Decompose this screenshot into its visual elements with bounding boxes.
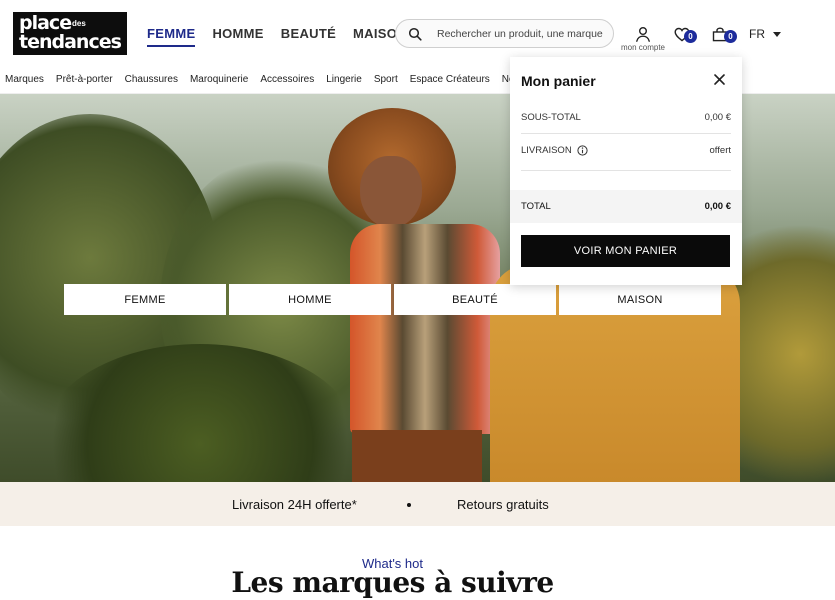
subnav-item-chaussures[interactable]: Chaussures [125, 74, 178, 85]
cart-total-label: TOTAL [521, 201, 551, 212]
user-icon [636, 27, 650, 42]
close-icon[interactable] [713, 73, 726, 86]
cart-divider [521, 133, 731, 134]
perk-separator [407, 503, 411, 507]
search-icon [408, 27, 422, 41]
perk-delivery: Livraison 24H offerte* [232, 497, 357, 512]
subnav-item-maroquinerie[interactable]: Maroquinerie [190, 74, 248, 85]
hero-model-pants [352, 430, 482, 482]
nav-homme[interactable]: HOMME [212, 27, 263, 47]
cart-delivery-label: LIVRAISON [521, 145, 572, 157]
wishlist-button[interactable]: 0 [674, 27, 698, 45]
cart-delivery-row: LIVRAISON offert [521, 145, 731, 156]
cart-button[interactable]: 0 [712, 27, 738, 45]
subnav-item-sport[interactable]: Sport [374, 74, 398, 85]
cart-total-value: 0,00 € [704, 201, 731, 212]
language-label: FR [749, 27, 765, 41]
hero-button-maison[interactable]: MAISON [559, 284, 721, 315]
perks-bar: Livraison 24H offerte* Retours gratuits [0, 482, 835, 526]
cart-divider [521, 170, 731, 171]
subnav-item-marques[interactable]: Marques [5, 74, 44, 85]
main-nav: FEMME HOMME BEAUTÉ MAISON [147, 27, 407, 47]
cart-title: Mon panier [521, 73, 596, 89]
hero-button-femme[interactable]: FEMME [64, 284, 226, 315]
language-selector[interactable]: FR [749, 27, 781, 41]
hero-button-beaute[interactable]: BEAUTÉ [394, 284, 556, 315]
hero-model-top [350, 224, 500, 434]
nav-beaute[interactable]: BEAUTÉ [281, 27, 336, 47]
hero-model-face [360, 156, 422, 228]
cart-total-row: TOTAL 0,00 € [510, 190, 742, 223]
cart-subtotal-label: SOUS-TOTAL [521, 112, 581, 123]
site-logo[interactable]: place des tendances [13, 12, 127, 55]
info-icon[interactable] [577, 145, 588, 156]
search-input[interactable]: Rechercher un produit, une marque [437, 28, 603, 40]
section-title: Les marques à suivre [231, 566, 554, 599]
account-label: mon compte [620, 43, 666, 52]
hero-button-homme[interactable]: HOMME [229, 284, 391, 315]
perk-returns: Retours gratuits [457, 497, 549, 512]
subnav-item-lingerie[interactable]: Lingerie [326, 74, 362, 85]
logo-line2: tendances [19, 31, 122, 53]
hero-category-buttons: FEMME HOMME BEAUTÉ MAISON [64, 284, 721, 315]
cart-count-badge: 0 [724, 30, 737, 43]
nav-femme[interactable]: FEMME [147, 27, 196, 47]
wishlist-count-badge: 0 [684, 30, 697, 43]
subnav-item-accessoires[interactable]: Accessoires [260, 74, 314, 85]
subnav-item-espace-createurs[interactable]: Espace Créateurs [410, 74, 490, 85]
subnav-item-pret-a-porter[interactable]: Prêt-à-porter [56, 74, 113, 85]
cart-delivery-value: offert [709, 145, 731, 156]
search-bar[interactable]: Rechercher un produit, une marque [395, 19, 614, 48]
chevron-down-icon [773, 32, 781, 38]
cart-subtotal-row: SOUS-TOTAL 0,00 € [521, 112, 731, 123]
logo-line1: place [19, 12, 72, 34]
account-button[interactable]: mon compte [618, 26, 668, 52]
logo-superscript: des [72, 19, 86, 28]
cart-dropdown: Mon panier SOUS-TOTAL 0,00 € LIVRAISON o… [510, 57, 742, 285]
view-cart-button[interactable]: VOIR MON PANIER [521, 235, 730, 267]
cart-subtotal-value: 0,00 € [704, 112, 731, 123]
